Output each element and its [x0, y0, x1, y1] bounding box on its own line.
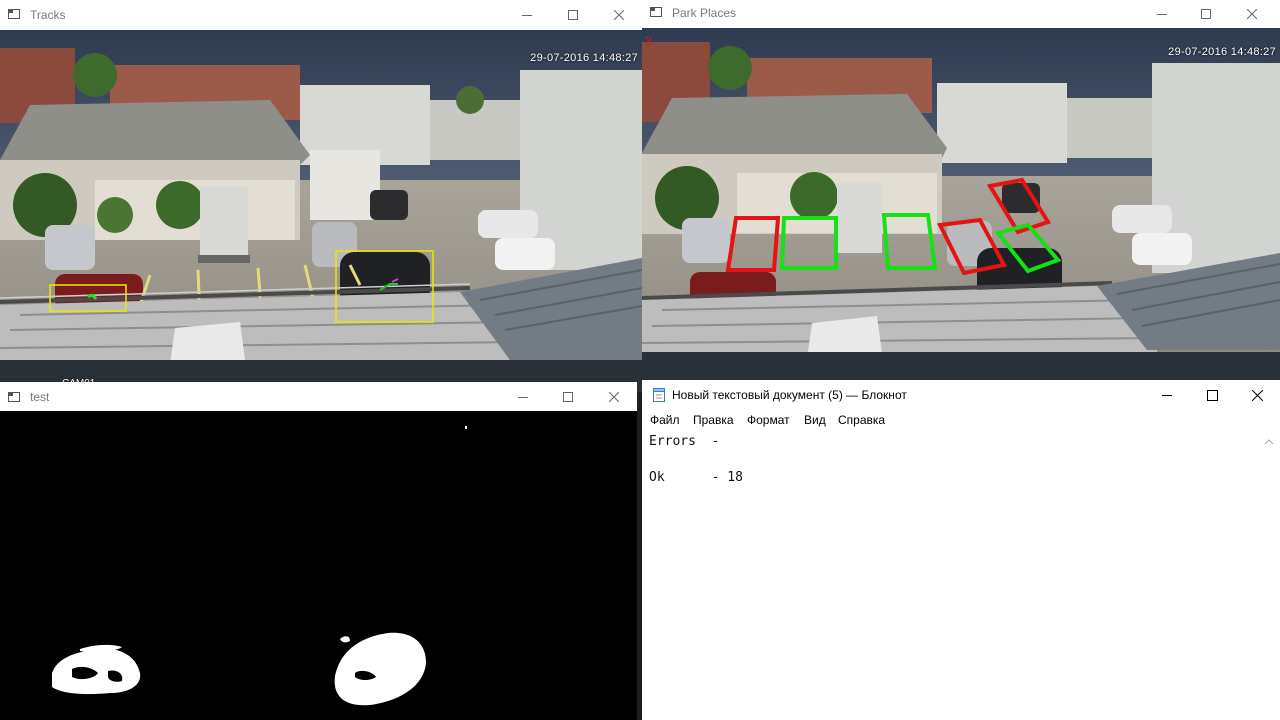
menu-help[interactable]: Справка: [838, 413, 885, 427]
tracks-maximize-button[interactable]: [550, 0, 596, 30]
tracks-window-title: Tracks: [30, 8, 66, 22]
text-line-3: Ok - 18: [649, 470, 743, 485]
notepad-close-button[interactable]: [1234, 380, 1280, 410]
menu-format[interactable]: Формат: [747, 413, 790, 427]
tracks-window[interactable]: Tracks 29-07-2016 14:48:27: [0, 0, 642, 392]
scroll-up-arrow-icon[interactable]: [1264, 438, 1274, 446]
test-minimize-button[interactable]: [500, 382, 546, 411]
maximize-icon: [1201, 9, 1211, 19]
park-places-timestamp: 29-07-2016 14:48:27: [1168, 46, 1276, 58]
park-close-button[interactable]: [1229, 0, 1275, 28]
maximize-icon: [563, 391, 573, 402]
notepad-maximize-button[interactable]: [1189, 380, 1235, 410]
notepad-window[interactable]: Новый текстовый документ (5) — Блокнот Ф…: [642, 380, 1280, 720]
notepad-minimize-button[interactable]: [1144, 380, 1190, 410]
tracks-close-button[interactable]: [596, 0, 642, 30]
maximize-icon: [568, 10, 578, 20]
maximize-icon: [1206, 389, 1218, 401]
notepad-menubar: Файл Правка Формат Вид Справка: [642, 410, 1280, 430]
tracks-titlebar[interactable]: Tracks: [0, 0, 642, 30]
test-close-button[interactable]: [591, 382, 637, 411]
menu-file[interactable]: Файл: [650, 413, 680, 427]
minimize-icon: [1162, 395, 1172, 396]
minimize-icon: [522, 15, 532, 16]
window-app-icon: [8, 9, 20, 19]
tracks-video-frame: 29-07-2016 14:48:27 CAM01: [0, 30, 642, 392]
test-maximize-button[interactable]: [545, 382, 591, 411]
parking-lot-camera-image: [0, 30, 642, 392]
close-icon: [614, 10, 624, 20]
notepad-window-title: Новый текстовый документ (5) — Блокнот: [672, 388, 907, 402]
test-window-title: test: [30, 390, 50, 404]
close-icon: [1247, 9, 1257, 19]
park-places-window[interactable]: Park Places 3 29-07-2016 14:48:27: [642, 0, 1280, 382]
park-maximize-button[interactable]: [1183, 0, 1229, 28]
window-app-icon: [650, 7, 662, 17]
window-app-icon: [8, 392, 20, 402]
close-icon: [1251, 389, 1263, 401]
park-minimize-button[interactable]: [1139, 0, 1185, 28]
text-line-1: Errors -: [649, 434, 720, 449]
menu-edit[interactable]: Правка: [693, 413, 734, 427]
tracks-timestamp: 29-07-2016 14:48:27: [530, 52, 638, 64]
notepad-text-area[interactable]: Errors - Ok - 18: [642, 430, 1280, 720]
test-window[interactable]: test: [0, 382, 637, 720]
corner-mark: 3: [645, 34, 652, 48]
foreground-mask-image: [0, 411, 637, 720]
minimize-icon: [518, 396, 528, 398]
parking-slots-camera-image: [642, 28, 1280, 382]
park-places-titlebar[interactable]: Park Places: [642, 0, 1280, 28]
notepad-titlebar[interactable]: Новый текстовый документ (5) — Блокнот: [642, 380, 1280, 410]
close-icon: [609, 391, 619, 402]
motion-mask-frame: [0, 411, 637, 720]
menu-view[interactable]: Вид: [804, 413, 826, 427]
park-places-video-frame: 3 29-07-2016 14:48:27: [642, 28, 1280, 382]
minimize-icon: [1157, 14, 1167, 15]
notepad-icon: [653, 388, 665, 402]
test-titlebar[interactable]: test: [0, 382, 637, 411]
tracks-minimize-button[interactable]: [504, 0, 550, 30]
park-places-window-title: Park Places: [672, 6, 737, 20]
